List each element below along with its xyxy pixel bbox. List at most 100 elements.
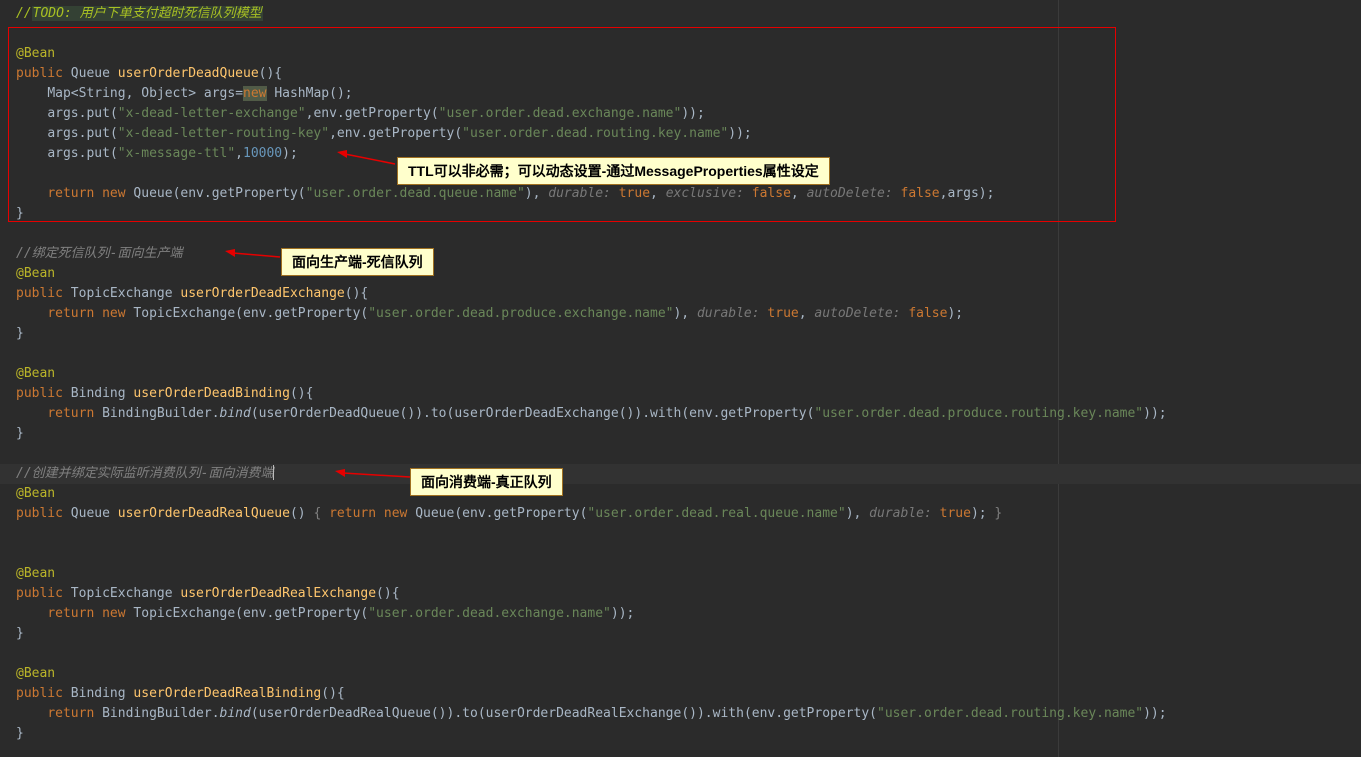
annotation: @Bean (16, 566, 55, 581)
method-decl: userOrderDeadRealBinding (133, 686, 321, 701)
var: env (243, 606, 266, 621)
string: "x-dead-letter-exchange" (118, 106, 306, 121)
code-line[interactable]: //绑定死信队列-面向生产端 (0, 244, 1361, 264)
var: env (337, 126, 360, 141)
code-line[interactable]: public Binding userOrderDeadBinding(){ (0, 384, 1361, 404)
type: Queue (71, 66, 110, 81)
method-decl: userOrderDeadExchange (180, 286, 344, 301)
method: put (86, 106, 109, 121)
code-editor[interactable]: //TODO: 用户下单支付超时死信队列模型 @Bean public Queu… (0, 0, 1361, 757)
kw: new (384, 506, 407, 521)
string: "x-dead-letter-routing-key" (118, 126, 329, 141)
bool: true (940, 506, 971, 521)
type: TopicExchange (71, 586, 173, 601)
param-hint: durable: (697, 306, 767, 321)
param-hint: autoDelete: (814, 306, 908, 321)
code-line[interactable] (0, 24, 1361, 44)
kw: public (16, 506, 63, 521)
code-line[interactable]: return new Queue(env.getProperty("user.o… (0, 184, 1361, 204)
code-line[interactable]: @Bean (0, 564, 1361, 584)
comment: //创建并绑定实际监听消费队列-面向消费端 (16, 466, 273, 481)
kw: public (16, 286, 63, 301)
method: getProperty (783, 706, 869, 721)
code-line[interactable]: public Queue userOrderDeadQueue(){ (0, 64, 1361, 84)
code-line[interactable]: @Bean (0, 664, 1361, 684)
var: env (313, 106, 336, 121)
param-hint: durable: (548, 186, 618, 201)
kw: new (102, 306, 125, 321)
code-line[interactable]: } (0, 424, 1361, 444)
code-line[interactable] (0, 544, 1361, 564)
type: TopicExchange (71, 286, 173, 301)
code-line[interactable]: //创建并绑定实际监听消费队列-面向消费端 (0, 464, 1361, 484)
code-line[interactable] (0, 164, 1361, 184)
code-line[interactable] (0, 644, 1361, 664)
kw: return (329, 506, 376, 521)
type: Binding (71, 386, 126, 401)
code-line[interactable]: @Bean (0, 264, 1361, 284)
method: with (650, 406, 681, 421)
method: getProperty (274, 306, 360, 321)
kw: public (16, 66, 63, 81)
code-line[interactable]: } (0, 724, 1361, 744)
code-line[interactable] (0, 444, 1361, 464)
method: getProperty (274, 606, 360, 621)
var: env (462, 506, 485, 521)
code-line[interactable]: @Bean (0, 484, 1361, 504)
bool: true (767, 306, 798, 321)
code-line[interactable]: return BindingBuilder.bind(userOrderDead… (0, 404, 1361, 424)
type: Queue (71, 506, 110, 521)
method: userOrderDeadExchange (454, 406, 618, 421)
annotation: @Bean (16, 666, 55, 681)
type: Object (141, 86, 188, 101)
comment: //绑定死信队列-面向生产端 (16, 246, 182, 261)
method-decl: userOrderDeadBinding (133, 386, 290, 401)
code-line[interactable] (0, 224, 1361, 244)
type: Queue (133, 186, 172, 201)
type: Binding (71, 686, 126, 701)
string: "x-message-ttl" (118, 146, 235, 161)
code-line[interactable]: return new TopicExchange(env.getProperty… (0, 304, 1361, 324)
code-line[interactable]: @Bean (0, 44, 1361, 64)
number: 10000 (243, 146, 282, 161)
code-line[interactable]: return new TopicExchange(env.getProperty… (0, 604, 1361, 624)
method: userOrderDeadRealExchange (486, 706, 682, 721)
code-line[interactable]: Map<String, Object> args=new HashMap(); (0, 84, 1361, 104)
kw: new (102, 606, 125, 621)
code-line[interactable] (0, 524, 1361, 544)
code-line[interactable]: } (0, 624, 1361, 644)
code-line[interactable]: } (0, 204, 1361, 224)
comment-prefix: // (16, 6, 32, 21)
annotation: @Bean (16, 266, 55, 281)
method: put (86, 146, 109, 161)
code-line[interactable]: //TODO: 用户下单支付超时死信队列模型 (0, 4, 1361, 24)
annotation: @Bean (16, 486, 55, 501)
method: to (462, 706, 478, 721)
code-line[interactable]: public Queue userOrderDeadRealQueue() { … (0, 504, 1361, 524)
code-line[interactable]: args.put("x-dead-letter-exchange",env.ge… (0, 104, 1361, 124)
kw: public (16, 386, 63, 401)
type: TopicExchange (133, 306, 235, 321)
code-line[interactable]: return BindingBuilder.bind(userOrderDead… (0, 704, 1361, 724)
code-line[interactable] (0, 344, 1361, 364)
param-hint: exclusive: (666, 186, 752, 201)
method: bind (220, 706, 251, 721)
kw: new (243, 86, 266, 101)
kw: return (47, 606, 94, 621)
code-line[interactable]: @Bean (0, 364, 1361, 384)
code-line[interactable]: args.put("x-dead-letter-routing-key",env… (0, 124, 1361, 144)
code-line[interactable]: args.put("x-message-ttl",10000); (0, 144, 1361, 164)
method-decl: userOrderDeadRealExchange (180, 586, 376, 601)
method-decl: userOrderDeadRealQueue (118, 506, 290, 521)
var: args (947, 186, 978, 201)
code-line[interactable]: } (0, 324, 1361, 344)
method: userOrderDeadRealQueue (259, 706, 431, 721)
type: Map (47, 86, 70, 101)
code-line[interactable]: public Binding userOrderDeadRealBinding(… (0, 684, 1361, 704)
type: HashMap (274, 86, 329, 101)
method: getProperty (212, 186, 298, 201)
method: with (713, 706, 744, 721)
code-line[interactable]: public TopicExchange userOrderDeadRealEx… (0, 584, 1361, 604)
type: String (79, 86, 126, 101)
code-line[interactable]: public TopicExchange userOrderDeadExchan… (0, 284, 1361, 304)
